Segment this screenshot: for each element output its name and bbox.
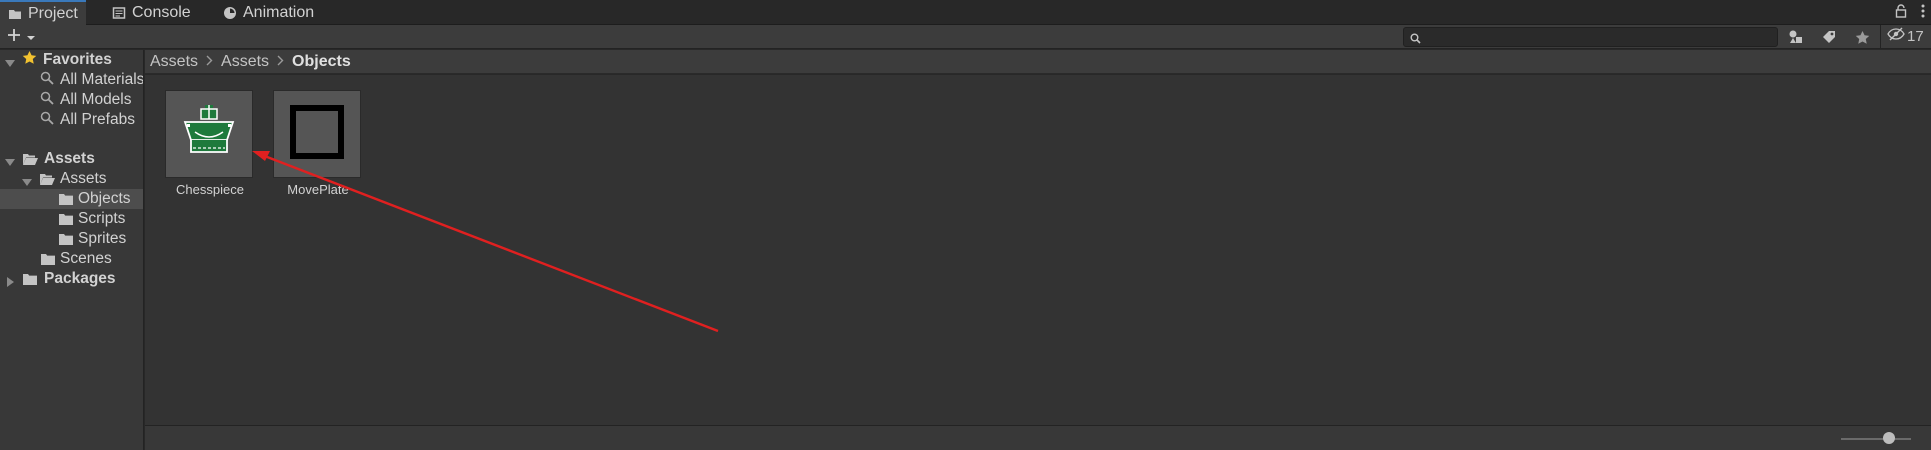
tree-item-assets-root[interactable]: Assets [0, 149, 143, 169]
breadcrumb-item[interactable]: Assets [221, 53, 269, 71]
tree-item-label: Objects [78, 190, 131, 207]
tree-item-all-materials[interactable]: All Materials [0, 70, 144, 90]
folder-icon [22, 273, 38, 286]
chess-king-sprite-icon [179, 102, 239, 167]
tree-item-label: Packages [44, 270, 116, 287]
toolbar-divider [1880, 25, 1881, 49]
search-icon [40, 111, 54, 130]
breadcrumb-item[interactable]: Assets [150, 53, 198, 71]
chevron-down-icon [26, 29, 36, 47]
tab-animation[interactable]: Animation [215, 0, 322, 25]
favorites-star-icon [22, 50, 37, 70]
tree-item-label: All Models [60, 91, 132, 108]
tree-item-favorites[interactable]: Favorites [0, 50, 143, 70]
breadcrumb: Assets Assets Objects [145, 50, 1931, 74]
open-folder-icon [39, 173, 55, 186]
folder-icon [58, 233, 74, 246]
tree-item-label: Assets [60, 170, 107, 187]
tab-console-label: Console [132, 3, 191, 21]
search-input[interactable] [1403, 27, 1778, 47]
animation-clock-icon [223, 6, 237, 20]
tree-item-assets[interactable]: Assets [0, 169, 143, 189]
asset-tile-moveplate[interactable]: MovePlate [273, 90, 363, 197]
create-dropdown-button[interactable] [6, 27, 36, 48]
expanded-arrow-icon[interactable] [22, 174, 32, 186]
asset-name: Chesspiece [176, 182, 244, 197]
hidden-count-label: 17 [1907, 27, 1924, 45]
folder-icon [40, 253, 56, 266]
tree-item-label: Scripts [78, 210, 126, 227]
search-icon [40, 71, 54, 90]
tree-item-objects[interactable]: Objects [0, 189, 143, 209]
chevron-right-icon [277, 54, 284, 69]
window-tab-bar: Project Console Animation [0, 0, 1931, 26]
open-folder-icon [22, 153, 38, 166]
project-toolbar: 17 [0, 25, 1931, 49]
breadcrumb-current[interactable]: Objects [292, 53, 351, 71]
folder-icon [58, 213, 74, 226]
more-menu-icon[interactable] [1921, 4, 1925, 23]
tree-item-label: Sprites [78, 230, 127, 247]
eye-slash-icon [1887, 27, 1905, 45]
tree-item-scenes[interactable]: Scenes [0, 249, 143, 269]
tree-item-scripts[interactable]: Scripts [0, 209, 143, 229]
chevron-right-icon [206, 54, 213, 69]
asset-tile-chesspiece[interactable]: Chesspiece [165, 90, 255, 197]
asset-name: MovePlate [287, 182, 349, 197]
asset-thumbnail[interactable] [273, 90, 361, 178]
favorite-star-icon[interactable] [1852, 28, 1872, 46]
icon-size-slider-handle[interactable] [1883, 432, 1895, 444]
expanded-arrow-icon[interactable] [5, 154, 15, 166]
lock-icon[interactable] [1895, 4, 1907, 23]
folder-icon [58, 193, 74, 206]
collapsed-arrow-icon[interactable] [5, 274, 15, 287]
tree-item-all-models[interactable]: All Models [0, 90, 143, 110]
icon-size-slider-track[interactable] [1841, 438, 1911, 440]
tree-item-packages[interactable]: Packages [0, 269, 143, 289]
expanded-arrow-icon[interactable] [5, 55, 15, 67]
project-status-bar [145, 425, 1931, 450]
asset-thumbnail[interactable] [165, 90, 253, 178]
console-icon [112, 6, 126, 20]
project-folder-tree: Favorites All Materials All Models All P… [0, 50, 144, 450]
tree-item-all-prefabs[interactable]: All Prefabs [0, 110, 143, 130]
square-frame-sprite-icon [287, 102, 347, 167]
tab-console[interactable]: Console [104, 0, 199, 25]
tab-project-label: Project [28, 5, 78, 22]
tree-item-label: All Prefabs [60, 111, 135, 128]
search-icon [1410, 31, 1421, 49]
tree-item-label: Favorites [43, 51, 112, 68]
tab-project[interactable]: Project [0, 0, 86, 26]
search-icon [40, 91, 54, 110]
plus-icon [6, 27, 22, 48]
tree-item-label: Assets [44, 150, 95, 167]
asset-grid: Chesspiece MovePlate [145, 75, 1931, 425]
search-by-label-icon[interactable] [1819, 28, 1839, 46]
hidden-packages-toggle[interactable]: 17 [1887, 27, 1924, 45]
tab-animation-label: Animation [243, 3, 315, 21]
search-by-type-icon[interactable] [1786, 28, 1806, 46]
folder-icon [8, 7, 22, 21]
tree-item-sprites[interactable]: Sprites [0, 229, 143, 249]
tree-item-label: Scenes [60, 250, 112, 267]
tree-item-label: All Materials [60, 71, 144, 88]
